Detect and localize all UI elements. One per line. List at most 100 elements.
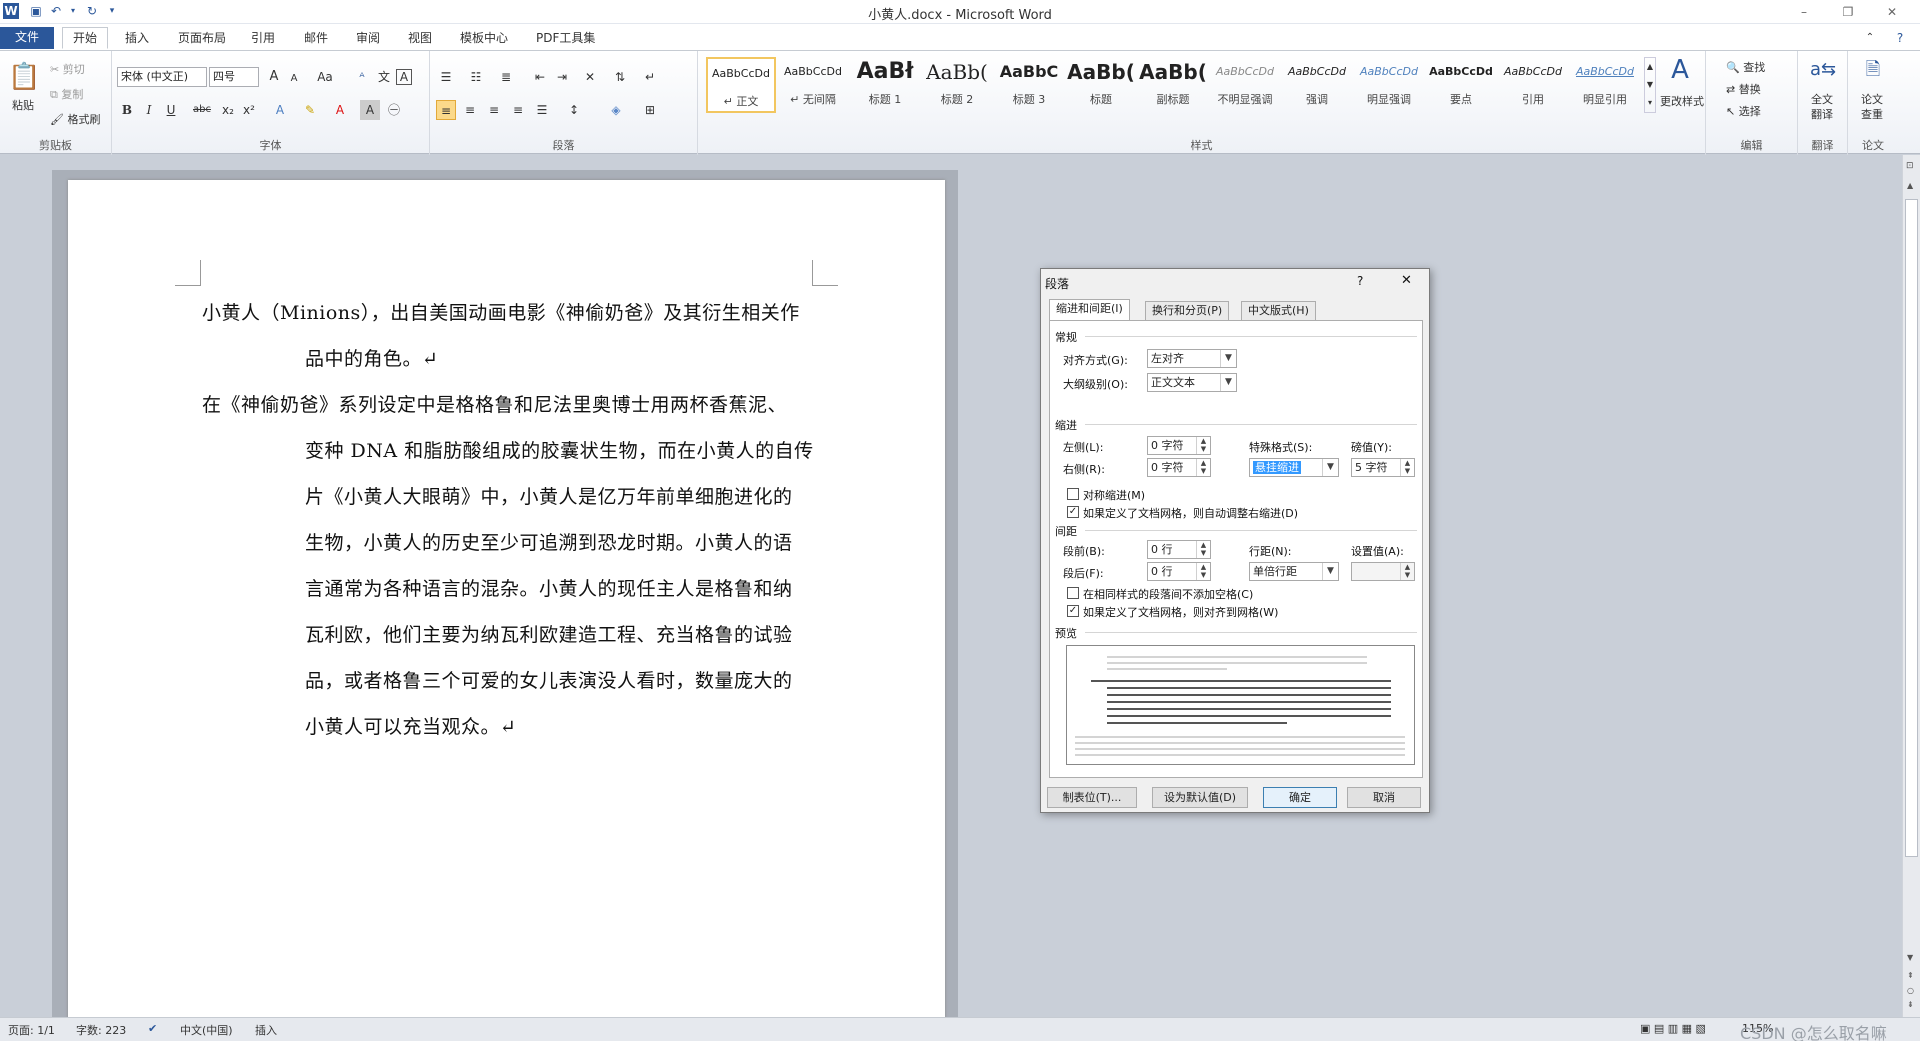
strikethrough-button[interactable]: abc [189,100,215,120]
tab-page-layout[interactable]: 页面布局 [168,28,236,50]
spinner-icon[interactable]: ▲ ▼ [1400,563,1414,580]
paper-check-label[interactable]: 论文 [1861,91,1883,107]
view-buttons[interactable]: ▣ ▤ ▥ ▦ ▧ [1640,1022,1706,1035]
word-count[interactable]: 字数: 223 [76,1022,126,1038]
doc-line[interactable]: 小黄人（Minions），出自美国动画电影《神偷奶爸》及其衍生相关作 [202,298,800,325]
close-button[interactable]: ✕ [1872,0,1912,24]
tab-asian-typography[interactable]: 中文版式(H) [1241,301,1316,321]
font-size-combo[interactable]: 四号 [209,67,259,87]
proofing-icon[interactable]: ✔ [148,1022,157,1035]
text-effects-icon[interactable]: A [270,100,290,120]
snap-grid-checkbox[interactable]: ✓ [1067,605,1079,617]
increase-indent-icon[interactable]: ⇥ [552,67,572,87]
sort-icon[interactable]: ⇅ [610,67,630,87]
browse-object-icon[interactable]: ○ [1907,986,1914,995]
restore-button[interactable]: ❐ [1828,0,1868,24]
style-quote[interactable]: AaBbCcDd 引用 [1498,57,1568,113]
spinner-icon[interactable]: ▲ ▼ [1196,541,1210,558]
line-spacing-icon[interactable]: ↕ [564,100,584,120]
page-count[interactable]: 页面: 1/1 [8,1022,55,1038]
style-title[interactable]: AaBb( 标题 [1066,57,1136,113]
tab-indents-spacing[interactable]: 缩进和间距(I) [1049,299,1130,321]
spinner-icon[interactable]: ▲ ▼ [1196,459,1210,476]
chinese-layout-icon[interactable]: ✕ [580,67,600,87]
line-spacing-select[interactable]: 单倍行距 ▼ [1249,562,1339,581]
tab-insert[interactable]: 插入 [115,28,159,50]
cancel-button[interactable]: 取消 [1347,787,1421,808]
spinner-icon[interactable]: ▲ ▼ [1196,437,1210,454]
no-space-checkbox[interactable] [1067,587,1079,599]
styles-scroll-icon[interactable]: ▲ ▼ ▾ [1644,57,1656,113]
multilevel-list-icon[interactable]: ≣ [496,67,516,87]
tab-line-page-breaks[interactable]: 换行和分页(P) [1145,301,1230,321]
doc-line[interactable]: 瓦利欧，他们主要为纳瓦利欧建造工程、充当格鲁的试验 [305,620,793,647]
tab-view[interactable]: 视图 [398,28,442,50]
ok-button[interactable]: 确定 [1263,787,1337,808]
doc-line[interactable]: 变种 DNA 和脂肪酸组成的胶囊状生物，而在小黄人的自传 [305,436,814,463]
style-subtitle[interactable]: AaBb( 副标题 [1138,57,1208,113]
tab-pdf-tools[interactable]: PDF工具集 [526,28,605,50]
dialog-help-button[interactable]: ? [1357,274,1363,288]
spinner-icon[interactable]: ▲ ▼ [1400,459,1414,476]
left-indent-input[interactable]: 0 字符 ▲ ▼ [1147,436,1211,455]
style-heading-2[interactable]: AaBb( 标题 2 [922,57,992,113]
right-indent-input[interactable]: 0 字符 ▲ ▼ [1147,458,1211,477]
at-input[interactable]: ▲ ▼ [1351,562,1415,581]
replace-button[interactable]: ⇄ 替换 [1726,81,1761,97]
paper-check2-label[interactable]: 查重 [1861,106,1883,122]
minimize-button[interactable]: – [1784,0,1824,24]
collapse-ribbon-icon[interactable]: ⌃ [1860,28,1880,48]
set-default-button[interactable]: 设为默认值(D) [1152,787,1248,808]
spinner-icon[interactable]: ▲ ▼ [1196,563,1210,580]
doc-line[interactable]: 品中的角色。↵ [305,344,438,371]
italic-button[interactable]: I [139,100,159,120]
superscript-button[interactable]: x² [239,100,259,120]
char-shading-icon[interactable]: A [360,100,380,120]
alignment-select[interactable]: 左对齐 ▼ [1147,349,1237,368]
grow-font-button[interactable]: A [264,67,284,87]
change-styles-icon[interactable]: A [1662,55,1698,85]
style-emphasis[interactable]: AaBbCcDd 强调 [1282,57,1352,113]
style-intense-emphasis[interactable]: AaBbCcDd 明显强调 [1354,57,1424,113]
scroll-down-icon[interactable]: ▼ [1907,953,1913,962]
justify-icon[interactable]: ≡ [508,100,528,120]
char-border-icon[interactable]: A [396,69,412,85]
font-color-icon[interactable]: A [330,100,350,120]
bullets-icon[interactable]: ☰ [436,67,456,87]
doc-line[interactable]: 片《小黄人大眼萌》中，小黄人是亿万年前单细胞进化的 [305,482,793,509]
doc-line[interactable]: 言通常为各种语言的混杂。小黄人的现任主人是格鲁和纳 [305,574,793,601]
document-page[interactable]: 小黄人（Minions），出自美国动画电影《神偷奶爸》及其衍生相关作 品中的角色… [68,180,945,1020]
translate-full2-label[interactable]: 翻译 [1811,106,1833,122]
special-format-select[interactable]: 悬挂缩进 ▼ [1249,458,1339,477]
prev-page-icon[interactable]: ⇞ [1907,971,1914,980]
decrease-indent-icon[interactable]: ⇤ [530,67,550,87]
numbering-icon[interactable]: ☷ [466,67,486,87]
align-center-icon[interactable]: ≡ [460,100,480,120]
auto-adjust-checkbox[interactable]: ✓ [1067,506,1079,518]
measure-input[interactable]: 5 字符 ▲ ▼ [1351,458,1415,477]
tab-file[interactable]: 文件 [0,27,54,49]
select-button[interactable]: ↖ 选择 [1726,103,1761,119]
paste-label[interactable]: 粘贴 [12,97,34,113]
translate-full-label[interactable]: 全文 [1811,91,1833,107]
tabs-button[interactable]: 制表位(T)... [1047,787,1137,808]
underline-button[interactable]: U [161,100,181,120]
distributed-icon[interactable]: ☰ [532,100,552,120]
shrink-font-button[interactable]: A [284,69,304,89]
outline-level-select[interactable]: 正文文本 ▼ [1147,373,1237,392]
tab-mailings[interactable]: 邮件 [294,28,338,50]
before-input[interactable]: 0 行 ▲ ▼ [1147,540,1211,559]
tab-template-center[interactable]: 模板中心 [450,28,518,50]
style-heading-3[interactable]: AaBbC 标题 3 [994,57,1064,113]
phonetic-guide-icon[interactable]: 文 [374,67,394,87]
mirror-indents-checkbox[interactable] [1067,488,1079,500]
tab-home[interactable]: 开始 [62,27,109,49]
scroll-up-icon[interactable]: ▲ [1907,181,1913,190]
subscript-button[interactable]: x₂ [218,100,238,120]
find-button[interactable]: 🔍 查找 [1726,59,1765,75]
show-marks-icon[interactable]: ↵ [640,67,660,87]
after-input[interactable]: 0 行 ▲ ▼ [1147,562,1211,581]
style-no-spacing[interactable]: AaBbCcDd ↵ 无间隔 [778,57,848,113]
doc-line[interactable]: 在《神偷奶爸》系列设定中是格格鲁和尼法里奥博士用两杯香蕉泥、 [202,390,787,417]
help-icon[interactable]: ? [1890,28,1910,48]
